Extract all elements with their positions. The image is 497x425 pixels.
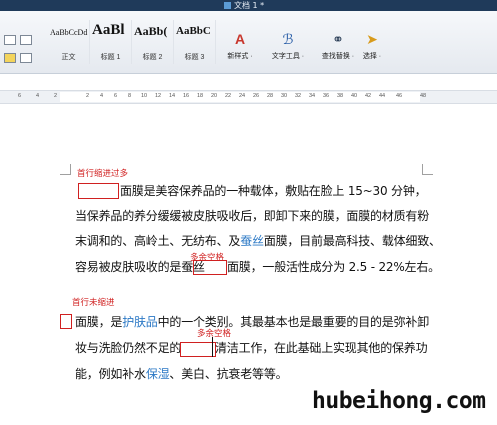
ruler-tick: 4 bbox=[36, 93, 40, 99]
crop-mark bbox=[422, 164, 433, 175]
style-sample: AaBbC bbox=[176, 25, 211, 37]
style-gallery: AaBbCcDd 正文 AaBl 标题 1 AaBb( 标题 2 AaBbC 标… bbox=[48, 20, 216, 64]
ruler-tick: 28 bbox=[267, 93, 274, 99]
extra-space-box-1 bbox=[193, 260, 227, 275]
style-sample: AaBl bbox=[92, 22, 125, 38]
new-style-icon: A bbox=[234, 31, 246, 47]
text-run: 面膜，目前最高科技、载体细致、 bbox=[263, 234, 441, 248]
link-skincare[interactable]: 护肤品 bbox=[122, 315, 158, 329]
ruler-tick: 22 bbox=[225, 93, 232, 99]
p2-line-2-end: 清洁工作，在此基础上实现其他的保养功 bbox=[215, 341, 428, 355]
ruler-tick: 14 bbox=[169, 93, 176, 99]
annotation-extra-space-2: 多余空格 bbox=[197, 329, 232, 339]
shading-icon[interactable] bbox=[4, 53, 16, 63]
ruler-tick: 2 bbox=[86, 93, 90, 99]
ruler-tick: 10 bbox=[141, 93, 148, 99]
document-page[interactable]: 首行缩进过多 面膜是美容保养品的一种载体，敷贴在脸上 15~30 分钟， 当保养… bbox=[0, 104, 497, 425]
annotation-no-indent: 首行未缩进 bbox=[72, 298, 115, 308]
ruler-tick: 2 bbox=[54, 93, 58, 99]
ruler-tick: 8 bbox=[128, 93, 132, 99]
style-heading-1[interactable]: AaBl 标题 1 bbox=[90, 20, 132, 64]
p1-line-3: 末调和的、高岭土、无纺布、及蚕丝面膜，目前最高科技、载体细致、 bbox=[75, 232, 441, 249]
crop-mark bbox=[60, 164, 71, 175]
annotation-indent-too-much: 首行缩进过多 bbox=[77, 169, 129, 179]
ruler-tick: 16 bbox=[183, 93, 190, 99]
ruler-tick: 6 bbox=[114, 93, 118, 99]
title-bar: 文档 1 * bbox=[0, 0, 497, 11]
ruler-tick: 24 bbox=[239, 93, 246, 99]
select-label: 选择 · bbox=[362, 53, 382, 60]
ruler-tick: 44 bbox=[379, 93, 386, 99]
window-title: 文档 1 * bbox=[234, 1, 265, 10]
missing-indent-box bbox=[60, 314, 72, 329]
cursor-arrow-icon: ➤ bbox=[366, 31, 378, 47]
document-icon bbox=[224, 2, 231, 9]
ruler-tick: 12 bbox=[155, 93, 162, 99]
text-tools-label: 文字工具 · bbox=[271, 53, 305, 60]
ruler-tick: 4 bbox=[100, 93, 104, 99]
p2-line-1: 面膜，是护肤品中的一个类别。其最基本也是最重要的目的是弥补卸 bbox=[75, 313, 429, 330]
ruler-tick: 46 bbox=[396, 93, 403, 99]
watermark: hubeihong.com bbox=[312, 388, 486, 414]
find-replace-label: 查找替换 · bbox=[321, 53, 355, 60]
text-run: 能，例如补水 bbox=[75, 367, 146, 381]
new-style-label: 新样式 · bbox=[227, 53, 253, 60]
paragraph-tools bbox=[2, 29, 46, 73]
style-sample: AaBb( bbox=[134, 24, 168, 38]
text-run: 、美白、抗衰老等等。 bbox=[169, 367, 288, 381]
style-label: 标题 1 bbox=[100, 54, 121, 61]
p1-line-1: 面膜是美容保养品的一种载体，敷贴在脸上 15~30 分钟， bbox=[120, 184, 427, 198]
horizontal-ruler[interactable]: 6 4 2 2 4 6 8 10 12 14 16 18 20 22 24 26… bbox=[0, 90, 497, 104]
ruler-tick: 26 bbox=[253, 93, 260, 99]
ruler-tick: 32 bbox=[295, 93, 302, 99]
style-label: 标题 2 bbox=[142, 54, 163, 61]
ruler-tick: 30 bbox=[281, 93, 288, 99]
new-style-button[interactable]: A 新样式 · bbox=[218, 31, 262, 71]
p1-line-4-start: 容易被皮肤吸收的是蚕丝 bbox=[75, 260, 205, 274]
ruler-tick: 36 bbox=[323, 93, 330, 99]
style-heading-2[interactable]: AaBb( 标题 2 bbox=[132, 20, 174, 64]
style-normal[interactable]: AaBbCcDd 正文 bbox=[48, 20, 90, 64]
extra-space-box-2 bbox=[180, 342, 216, 357]
document-tab[interactable]: 文档 1 * bbox=[224, 0, 264, 11]
p2-line-2-start: 妆与洗脸仍然不足的 bbox=[75, 341, 182, 355]
border-icon[interactable] bbox=[20, 53, 32, 63]
p1-line-2: 当保养品的养分缓缓被皮肤吸收后，即卸下来的膜，面膜的材质有粉 bbox=[75, 209, 430, 223]
style-label: 正文 bbox=[61, 54, 76, 61]
p2-line-3: 能，例如补水保湿、美白、抗衰老等等。 bbox=[75, 365, 288, 382]
style-heading-3[interactable]: AaBbC 标题 3 bbox=[174, 20, 216, 64]
link-silk[interactable]: 蚕丝 bbox=[240, 234, 264, 248]
ruler-tick: 42 bbox=[365, 93, 372, 99]
link-moisturize[interactable]: 保湿 bbox=[146, 367, 170, 381]
ruler-tick: 20 bbox=[211, 93, 218, 99]
paragraph-icon[interactable] bbox=[20, 35, 32, 45]
ruler-tick: 18 bbox=[197, 93, 204, 99]
indent-highlight-box bbox=[78, 183, 119, 199]
ruler-tick: 34 bbox=[309, 93, 316, 99]
style-sample: AaBbCcDd bbox=[50, 28, 88, 37]
ruler-tick: 40 bbox=[351, 93, 358, 99]
ruler-tick: 38 bbox=[337, 93, 344, 99]
text-run: 末调和的、高岭土、无纺布、及 bbox=[75, 234, 241, 248]
text-tools-icon: ℬ bbox=[282, 31, 294, 47]
p1-line-4-end: 面膜，一般活性成分为 2.5 - 22%左右。 bbox=[227, 260, 440, 274]
ruler-tick: 48 bbox=[420, 93, 427, 99]
text-cursor bbox=[212, 337, 213, 357]
indent-icon[interactable] bbox=[4, 35, 16, 45]
text-run: 面膜，是 bbox=[75, 315, 123, 329]
ribbon-toolbar: AaBbCcDd 正文 AaBl 标题 1 AaBb( 标题 2 AaBbC 标… bbox=[0, 11, 497, 74]
style-label: 标题 3 bbox=[184, 54, 205, 61]
ruler-tick: 6 bbox=[18, 93, 22, 99]
select-button[interactable]: ➤ 选择 · bbox=[352, 31, 392, 71]
text-tools-button[interactable]: ℬ 文字工具 · bbox=[266, 31, 310, 71]
